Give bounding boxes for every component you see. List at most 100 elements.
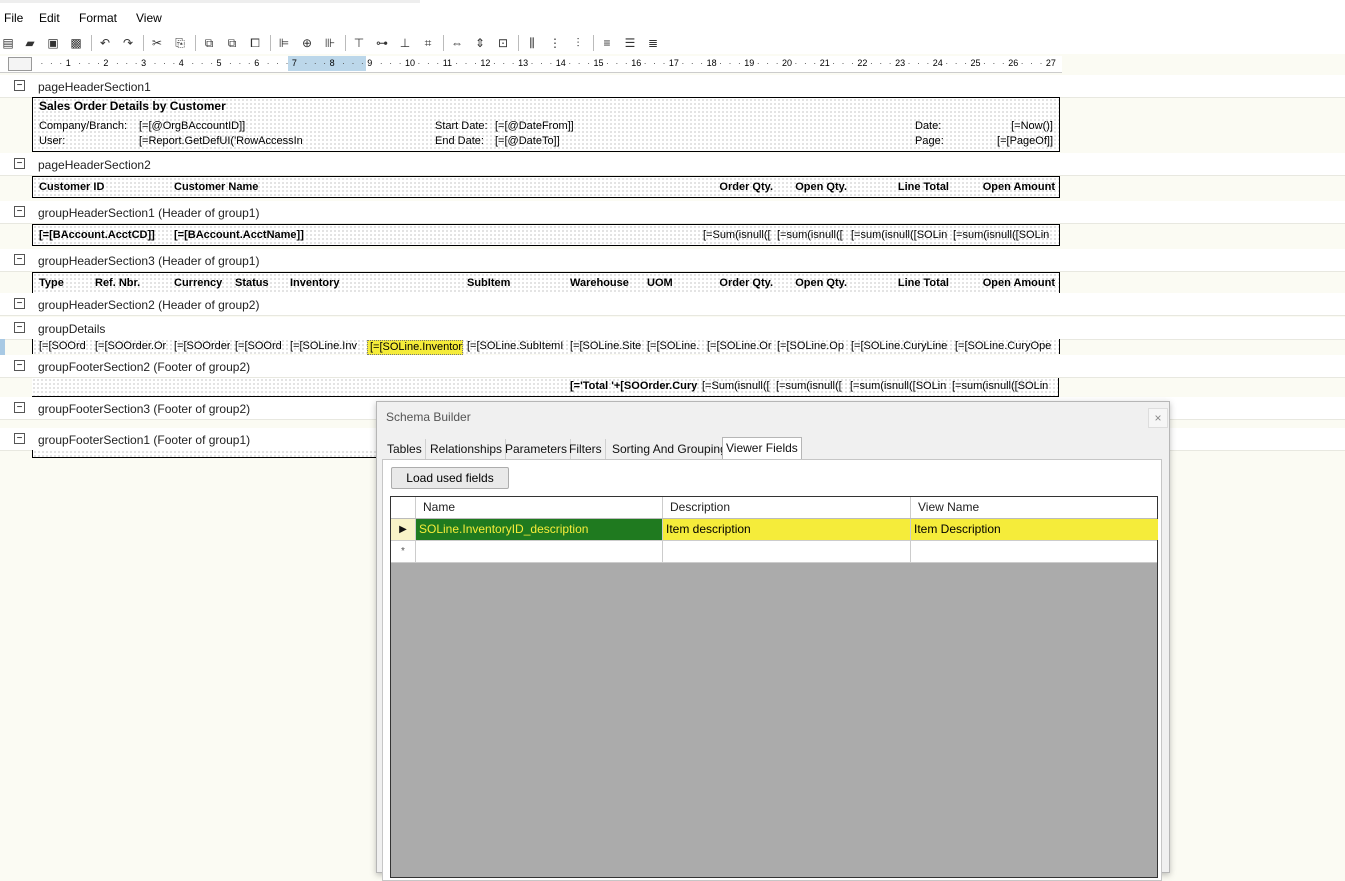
- section-header-footer2[interactable]: − groupFooterSection2 (Footer of group2): [0, 355, 1345, 378]
- detail-field[interactable]: [=[SOLine.: [645, 340, 701, 353]
- col-inventory[interactable]: Inventory: [288, 277, 460, 290]
- cell-name[interactable]: SOLine.InventoryID_description: [415, 519, 662, 540]
- vspace-decrease-icon[interactable]: ≣: [645, 35, 661, 51]
- band-pageheader1[interactable]: Sales Order Details by Customer Company/…: [32, 97, 1060, 152]
- col-type[interactable]: Type: [37, 277, 89, 290]
- detail-field-inventory-selected[interactable]: [=[SOLine.Inventor: [367, 340, 463, 355]
- col-order-qty[interactable]: Order Qty.: [701, 277, 775, 290]
- sum-open-qty-field[interactable]: [=sum(isnull([: [775, 229, 847, 242]
- undo-icon[interactable]: ↶: [97, 35, 113, 51]
- sum-order-qty-field[interactable]: [=Sum(isnull([: [700, 380, 772, 393]
- section-header-details[interactable]: − groupDetails: [0, 317, 1345, 340]
- acct-name-field[interactable]: [=[BAccount.AcctName]]: [172, 229, 374, 242]
- redo-icon[interactable]: ↷: [120, 35, 136, 51]
- page-label[interactable]: Page:: [913, 135, 949, 148]
- open-icon[interactable]: ▰: [22, 35, 38, 51]
- column-header-view-name[interactable]: View Name: [910, 497, 1157, 518]
- col-order-qty[interactable]: Order Qty.: [701, 181, 775, 194]
- user-label[interactable]: User:: [37, 135, 131, 148]
- vspace-equal-icon[interactable]: ≡: [599, 35, 615, 51]
- col-currency[interactable]: Currency: [172, 277, 230, 290]
- collapse-icon[interactable]: −: [14, 80, 25, 91]
- detail-field[interactable]: [=[SOLine.Inv: [288, 340, 364, 353]
- total-label-field[interactable]: [='Total '+[SOOrder.Cury: [568, 380, 698, 393]
- close-icon[interactable]: ×: [1148, 408, 1168, 428]
- collapse-icon[interactable]: −: [14, 402, 25, 413]
- company-value[interactable]: [=[@OrgBAccountID]]: [137, 120, 247, 133]
- same-size-icon[interactable]: ⊡: [495, 35, 511, 51]
- menu-format[interactable]: Format: [79, 11, 117, 25]
- col-line-total[interactable]: Line Total: [849, 277, 951, 290]
- hspace-decrease-icon[interactable]: ⫶: [570, 35, 586, 51]
- bring-front-icon[interactable]: ⧉: [201, 35, 217, 51]
- cell-name[interactable]: [415, 541, 662, 562]
- same-height-icon[interactable]: ⇕: [472, 35, 488, 51]
- col-status[interactable]: Status: [233, 277, 285, 290]
- grid-row-selected[interactable]: ▶ SOLine.InventoryID_description Item de…: [391, 519, 1158, 541]
- collapse-icon[interactable]: −: [14, 322, 25, 333]
- cut-icon[interactable]: ✂: [149, 35, 165, 51]
- user-value[interactable]: [=Report.GetDefUI('RowAccessIn: [137, 135, 307, 148]
- cell-description[interactable]: Item description: [662, 519, 910, 540]
- detail-field[interactable]: [=[SOLine.Op: [775, 340, 847, 353]
- hspace-equal-icon[interactable]: ⫼: [524, 35, 540, 51]
- collapse-icon[interactable]: −: [14, 254, 25, 265]
- tab-tables[interactable]: Tables: [384, 439, 426, 459]
- tab-sorting-and-grouping[interactable]: Sorting And Grouping: [609, 439, 731, 459]
- col-ref-nbr[interactable]: Ref. Nbr.: [93, 277, 169, 290]
- sum-open-amount-field[interactable]: [=sum(isnull([SOLin: [950, 380, 1054, 393]
- company-label[interactable]: Company/Branch:: [37, 120, 131, 133]
- detail-field[interactable]: [=[SOOrd: [37, 340, 91, 353]
- cell-description[interactable]: [662, 541, 910, 562]
- align-top-icon[interactable]: ⊤: [351, 35, 367, 51]
- cell-view-name[interactable]: Item Description: [910, 519, 1158, 540]
- detail-field[interactable]: [=[SOOrd: [233, 340, 287, 353]
- hspace-increase-icon[interactable]: ⋮: [547, 35, 563, 51]
- date-label[interactable]: Date:: [913, 120, 949, 133]
- section-header-group3[interactable]: − groupHeaderSection3 (Header of group1): [0, 249, 1345, 272]
- column-header-description[interactable]: Description: [662, 497, 910, 518]
- align-bottom-icon[interactable]: ⊥: [397, 35, 413, 51]
- col-customer-name[interactable]: Customer Name: [172, 181, 694, 194]
- menu-file[interactable]: File: [4, 11, 23, 25]
- collapse-icon[interactable]: −: [14, 158, 25, 169]
- collapse-icon[interactable]: −: [14, 298, 25, 309]
- col-open-amount[interactable]: Open Amount: [951, 181, 1057, 194]
- band-groupheader1[interactable]: [=[BAccount.AcctCD]] [=[BAccount.AcctNam…: [32, 224, 1060, 246]
- grid-row-new[interactable]: *: [391, 541, 1157, 563]
- band-footer2[interactable]: [='Total '+[SOOrder.Cury [=Sum(isnull([ …: [32, 378, 1059, 397]
- section-header-group1[interactable]: − groupHeaderSection1 (Header of group1): [0, 201, 1345, 224]
- vspace-increase-icon[interactable]: ☰: [622, 35, 638, 51]
- save-all-icon[interactable]: ▩: [68, 35, 84, 51]
- cell-view-name[interactable]: [910, 541, 1158, 562]
- detail-field[interactable]: [=[SOOrder.Or: [93, 340, 171, 353]
- start-date-value[interactable]: [=[@DateFrom]]: [493, 120, 635, 133]
- detail-field[interactable]: [=[SOLine.SubItemI: [465, 340, 565, 353]
- sum-line-total-field[interactable]: [=sum(isnull([SOLin: [848, 380, 948, 393]
- section-header-pageheader2[interactable]: − pageHeaderSection2: [0, 153, 1345, 176]
- date-value[interactable]: [=Now()]: [953, 120, 1055, 133]
- tab-viewer-fields[interactable]: Viewer Fields: [722, 437, 802, 460]
- band-pageheader2[interactable]: Customer ID Customer Name Order Qty. Ope…: [32, 176, 1060, 198]
- collapse-icon[interactable]: −: [14, 360, 25, 371]
- detail-field[interactable]: [=[SOLine.CuryOpe: [953, 340, 1055, 353]
- tab-relationships[interactable]: Relationships: [427, 439, 507, 459]
- end-date-value[interactable]: [=[@DateTo]]: [493, 135, 635, 148]
- col-warehouse[interactable]: Warehouse: [568, 277, 644, 290]
- align-right-icon[interactable]: ⊪: [322, 35, 338, 51]
- load-used-fields-button[interactable]: Load used fields: [391, 467, 509, 489]
- band-groupheader3[interactable]: Type Ref. Nbr. Currency Status Inventory…: [32, 272, 1060, 294]
- detail-field[interactable]: [=[SOOrder: [172, 340, 230, 353]
- viewer-fields-grid[interactable]: Name Description View Name ▶ SOLine.Inve…: [390, 496, 1158, 878]
- section-header-group2[interactable]: − groupHeaderSection2 (Header of group2): [0, 293, 1345, 316]
- column-header-name[interactable]: Name: [415, 497, 662, 518]
- save-icon[interactable]: ▣: [45, 35, 61, 51]
- same-width-icon[interactable]: ⇔: [449, 35, 465, 51]
- collapse-icon[interactable]: −: [14, 206, 25, 217]
- col-open-amount[interactable]: Open Amount: [951, 277, 1057, 290]
- section-header-pageheader1[interactable]: − pageHeaderSection1: [0, 75, 1345, 98]
- sum-line-total-field[interactable]: [=sum(isnull([SOLin: [849, 229, 949, 242]
- col-line-total[interactable]: Line Total: [849, 181, 951, 194]
- send-back-icon[interactable]: ⧉: [224, 35, 240, 51]
- start-date-label[interactable]: Start Date:: [433, 120, 491, 133]
